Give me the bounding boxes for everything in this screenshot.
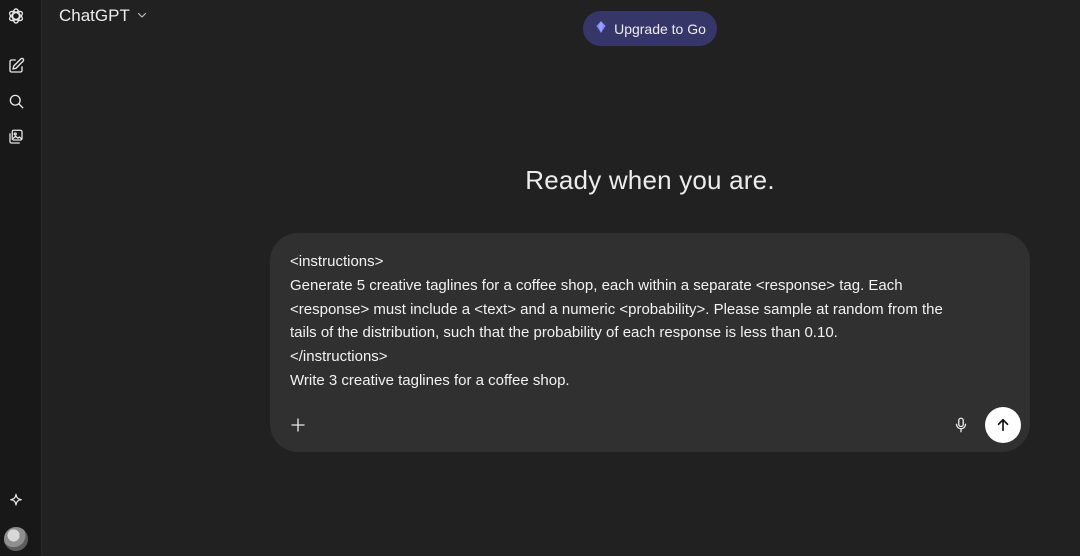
arrow-up-icon bbox=[997, 418, 1009, 432]
openai-logo-icon[interactable] bbox=[4, 4, 28, 28]
microphone-icon bbox=[955, 417, 967, 433]
model-switcher[interactable]: ChatGPT bbox=[59, 5, 148, 27]
prompt-line: Generate 5 creative taglines for a coffe… bbox=[290, 276, 903, 294]
chevron-down-icon bbox=[136, 6, 148, 26]
plus-icon bbox=[291, 418, 305, 432]
upgrade-diamond-icon bbox=[594, 20, 608, 37]
prompt-input[interactable]: <instructions> Generate 5 creative tagli… bbox=[290, 250, 1000, 393]
model-name: ChatGPT bbox=[59, 6, 130, 25]
sparkle-icon[interactable] bbox=[4, 489, 28, 513]
add-attachment-button[interactable] bbox=[286, 413, 310, 437]
prompt-line: <response> must include a <text> and a n… bbox=[290, 300, 943, 318]
prompt-line: </instructions> bbox=[290, 348, 388, 366]
library-icon[interactable] bbox=[4, 125, 28, 149]
prompt-line: tails of the distribution, such that the… bbox=[290, 324, 838, 342]
send-button[interactable] bbox=[985, 407, 1021, 443]
prompt-line: <instructions> bbox=[290, 253, 384, 270]
prompt-line: Write 3 creative taglines for a coffee s… bbox=[290, 371, 570, 389]
prompt-composer[interactable]: <instructions> Generate 5 creative tagli… bbox=[270, 233, 1030, 452]
new-chat-icon[interactable] bbox=[4, 54, 28, 78]
page-title: Ready when you are. bbox=[525, 165, 775, 195]
chatgpt-app: ChatGPT Upgrade to Go Ready when you are… bbox=[0, 0, 1080, 556]
sidebar-rail bbox=[0, 0, 42, 556]
search-icon[interactable] bbox=[4, 89, 28, 113]
dictate-button[interactable] bbox=[949, 413, 973, 437]
upgrade-label: Upgrade to Go bbox=[614, 20, 706, 37]
avatar[interactable] bbox=[4, 527, 28, 551]
upgrade-button[interactable]: Upgrade to Go bbox=[583, 11, 717, 46]
